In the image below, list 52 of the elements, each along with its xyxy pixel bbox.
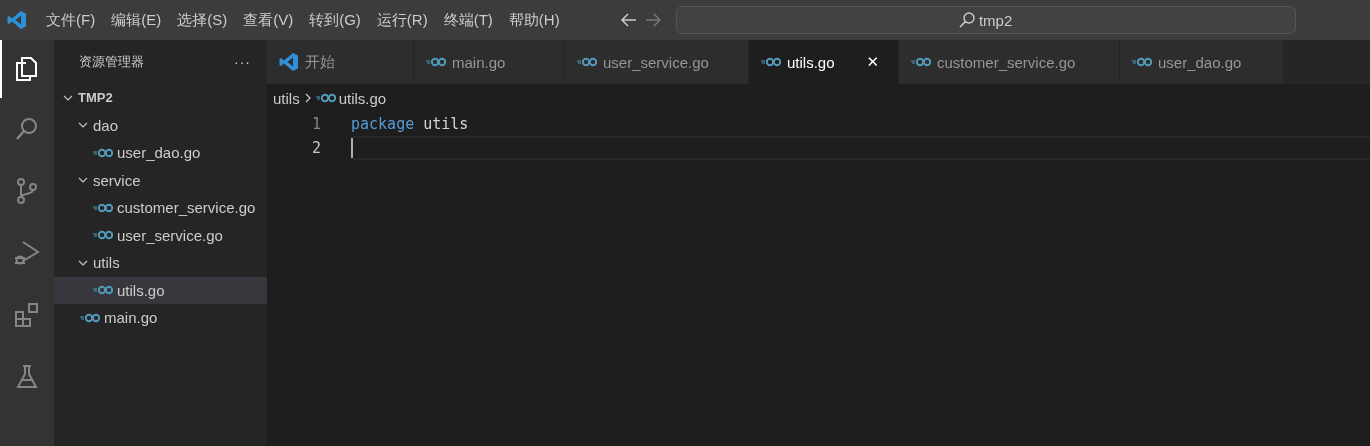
go-file-icon — [761, 57, 781, 67]
back-arrow-icon[interactable] — [619, 12, 638, 28]
menu-item[interactable]: 查看(V) — [235, 10, 302, 30]
line-number: 1 — [310, 115, 322, 133]
blocks-icon — [13, 301, 41, 329]
menu-item[interactable]: 转到(G) — [301, 10, 369, 30]
breadcrumb-item[interactable]: utils — [273, 89, 300, 107]
tree-item[interactable]: main.go — [54, 304, 267, 332]
tree-item[interactable]: utils — [54, 249, 267, 277]
close-button[interactable]: ✕ — [866, 53, 880, 71]
go-file-icon — [315, 93, 336, 103]
app-logo-icon — [7, 10, 27, 30]
sidebar-title: 资源管理器 — [79, 53, 144, 71]
editor-tab[interactable]: customer_service.go — [899, 40, 1120, 84]
search-icon — [958, 12, 975, 28]
editor-tab[interactable]: user_service.go — [565, 40, 749, 84]
menu-item[interactable]: 编辑(E) — [103, 10, 170, 30]
tree-item[interactable]: dao — [54, 111, 267, 139]
go-file-icon — [577, 57, 597, 67]
more-actions-button[interactable]: ··· — [234, 54, 251, 70]
code-token: package — [351, 115, 415, 133]
search-field[interactable]: tmp2 — [675, 6, 1296, 34]
menu-item[interactable]: 终端(T) — [435, 10, 501, 30]
go-file-icon — [93, 285, 113, 296]
go-file-icon — [911, 57, 931, 67]
line-number: 2 — [310, 139, 322, 157]
editor-tab[interactable]: user_dao.go — [1120, 40, 1284, 84]
tree-item[interactable]: user_dao.go — [54, 139, 267, 167]
code-token: utils — [423, 115, 469, 133]
go-file-icon — [80, 312, 100, 323]
go-file-icon — [93, 202, 113, 213]
text-cursor — [351, 138, 353, 158]
editor-tab[interactable]: utils.go ✕ — [749, 40, 899, 84]
tree-item[interactable]: user_service.go — [54, 221, 267, 249]
tree-item[interactable]: service — [54, 166, 267, 194]
menu-item[interactable]: 运行(R) — [368, 10, 436, 30]
menu-item[interactable]: 选择(S) — [169, 10, 236, 30]
breadcrumb-item[interactable]: utils.go — [338, 89, 387, 107]
go-file-icon — [93, 230, 113, 241]
editor-tab[interactable]: main.go — [414, 40, 565, 84]
menu-item[interactable]: 帮助(H) — [500, 10, 568, 30]
go-file-icon — [93, 147, 113, 158]
editor-tab[interactable]: 开始 — [267, 40, 414, 84]
tree-item[interactable]: utils.go — [54, 276, 267, 304]
tree-item[interactable]: TMP2 — [54, 84, 267, 112]
forward-arrow-icon[interactable] — [643, 12, 662, 28]
tree-item[interactable]: customer_service.go — [54, 194, 267, 222]
app-logo-icon — [279, 52, 299, 72]
go-file-icon — [1132, 57, 1152, 67]
menu-item[interactable]: 文件(F) — [38, 10, 104, 30]
play-bug-icon — [13, 239, 41, 267]
go-file-icon — [426, 57, 446, 67]
